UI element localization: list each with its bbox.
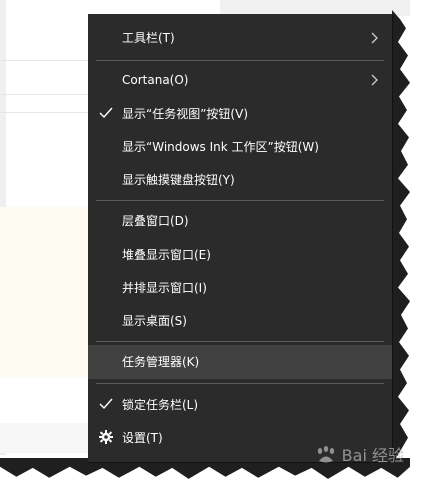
chevron-right-icon xyxy=(371,32,378,44)
menu-item-label: 并排显示窗口(I) xyxy=(122,281,207,295)
screenshot-stage: 工具栏(T) Cortana(O) 显示“任务视图”按钮(V) 显示“Windo… xyxy=(0,0,422,492)
baidu-jingyan-watermark: Bai 经验 xyxy=(315,442,404,466)
background-divider xyxy=(0,112,92,113)
menu-item-side-by-side-windows[interactable]: 并排显示窗口(I) xyxy=(88,271,392,305)
checkmark-icon xyxy=(99,398,113,410)
background-divider xyxy=(0,94,92,95)
menu-separator xyxy=(96,60,384,61)
menu-item-lock-taskbar[interactable]: 锁定任务栏(L) xyxy=(88,388,392,422)
menu-item-label: 工具栏(T) xyxy=(122,31,175,45)
menu-separator xyxy=(96,200,384,201)
baidu-paw-logo xyxy=(317,446,334,463)
chevron-right-icon xyxy=(371,74,378,86)
menu-item-cortana[interactable]: Cortana(O) xyxy=(88,63,392,97)
background-panel xyxy=(0,377,92,423)
menu-item-label: 显示“任务视图”按钮(V) xyxy=(122,107,249,121)
menu-item-label: Cortana(O) xyxy=(122,73,189,87)
menu-item-label: 显示触摸键盘按钮(Y) xyxy=(122,173,235,187)
menu-item-show-desktop[interactable]: 显示桌面(S) xyxy=(88,304,392,338)
menu-item-label: 任务管理器(K) xyxy=(122,355,200,369)
menu-item-cascade-windows[interactable]: 层叠窗口(D) xyxy=(88,204,392,238)
menu-item-stack-windows[interactable]: 堆叠显示窗口(E) xyxy=(88,238,392,272)
menu-item-label: 设置(T) xyxy=(122,431,163,445)
menu-item-show-touch-keyboard-button[interactable]: 显示触摸键盘按钮(Y) xyxy=(88,163,392,197)
menu-item-label: 锁定任务栏(L) xyxy=(122,398,199,412)
menu-item-show-windows-ink-button[interactable]: 显示“Windows Ink 工作区”按钮(W) xyxy=(88,130,392,164)
background-panel xyxy=(0,207,92,377)
background-divider xyxy=(0,60,92,61)
menu-item-label: 堆叠显示窗口(E) xyxy=(122,248,211,262)
menu-separator xyxy=(96,341,384,342)
gear-icon xyxy=(99,430,113,444)
menu-item-label: 层叠窗口(D) xyxy=(122,214,189,228)
menu-item-label: 显示桌面(S) xyxy=(122,314,187,328)
background-panel xyxy=(0,423,92,453)
checkmark-icon xyxy=(99,107,113,119)
menu-item-toolbars[interactable]: 工具栏(T) xyxy=(88,21,392,55)
menu-item-task-manager[interactable]: 任务管理器(K) xyxy=(88,345,392,379)
taskbar-context-menu: 工具栏(T) Cortana(O) 显示“任务视图”按钮(V) 显示“Windo… xyxy=(88,14,392,462)
watermark-text: Bai 经验 xyxy=(341,446,404,465)
menu-separator xyxy=(96,383,384,384)
menu-item-label: 显示“Windows Ink 工作区”按钮(W) xyxy=(122,140,319,154)
menu-item-show-task-view-button[interactable]: 显示“任务视图”按钮(V) xyxy=(88,97,392,131)
